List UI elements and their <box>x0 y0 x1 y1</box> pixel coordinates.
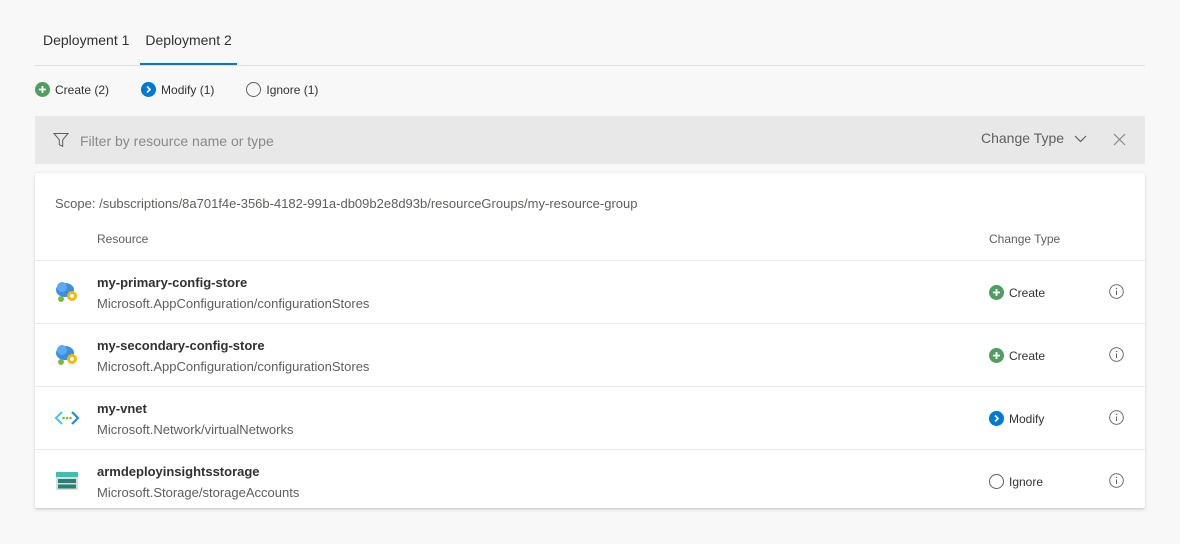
table-row[interactable]: armdeployinsightsstorage Microsoft.Stora… <box>35 449 1145 512</box>
deployment-tabs: Deployment 1 Deployment 2 <box>35 22 1145 66</box>
storage-account-icon <box>54 468 80 494</box>
change-type-dropdown[interactable]: Change Type <box>981 130 1087 146</box>
table-row[interactable]: my-vnet Microsoft.Network/virtualNetwork… <box>35 386 1145 449</box>
info-icon[interactable] <box>1109 347 1124 367</box>
table-row[interactable]: my-secondary-config-store Microsoft.AppC… <box>35 323 1145 386</box>
create-icon <box>989 285 1004 300</box>
modify-icon <box>989 411 1004 426</box>
legend-ignore[interactable]: Ignore (1) <box>246 82 318 97</box>
column-header-change-type: Change Type <box>989 232 1061 246</box>
info-icon[interactable] <box>1109 284 1124 304</box>
info-icon[interactable] <box>1109 473 1124 493</box>
change-type-cell: Modify <box>989 411 1044 426</box>
ignore-icon <box>246 82 262 97</box>
legend-create[interactable]: Create (2) <box>35 82 109 97</box>
change-type-label: Ignore <box>1009 474 1044 489</box>
change-type-label: Create <box>1009 285 1046 300</box>
create-icon <box>35 82 50 97</box>
table-row[interactable]: my-primary-config-store Microsoft.AppCon… <box>35 260 1145 323</box>
legend-modify[interactable]: Modify (1) <box>141 82 214 97</box>
filter-input[interactable] <box>78 128 682 154</box>
app-configuration-icon <box>54 342 80 368</box>
resource-name[interactable]: my-secondary-config-store <box>97 338 265 353</box>
app-configuration-icon <box>54 279 80 305</box>
resource-name[interactable]: my-vnet <box>97 401 147 416</box>
close-icon <box>1113 133 1126 146</box>
change-type-label: Create <box>1009 348 1046 363</box>
column-header-resource: Resource <box>97 232 149 246</box>
resource-type: Microsoft.AppConfiguration/configuration… <box>97 296 370 311</box>
resource-list: my-primary-config-store Microsoft.AppCon… <box>35 260 1145 512</box>
legend-modify-label: Modify (1) <box>161 82 215 97</box>
legend-ignore-label: Ignore (1) <box>266 82 319 97</box>
resource-type: Microsoft.AppConfiguration/configuration… <box>97 359 370 374</box>
resource-changes-card: Scope: /subscriptions/8a701f4e-356b-4182… <box>35 173 1145 508</box>
filter-icon <box>52 132 70 153</box>
clear-filter-button[interactable] <box>1113 133 1126 151</box>
filter-bar: Change Type <box>35 116 1145 164</box>
ignore-icon <box>989 474 1004 489</box>
resource-name[interactable]: armdeployinsightsstorage <box>97 464 260 479</box>
change-type-cell: Ignore <box>989 474 1043 489</box>
create-icon <box>989 348 1004 363</box>
resource-type: Microsoft.Network/virtualNetworks <box>97 422 294 437</box>
resource-type: Microsoft.Storage/storageAccounts <box>97 485 300 500</box>
tab-deployment-1[interactable]: Deployment 1 <box>35 22 137 64</box>
change-type-cell: Create <box>989 285 1045 300</box>
resource-name[interactable]: my-primary-config-store <box>97 275 247 290</box>
chevron-down-icon <box>1064 130 1087 146</box>
virtual-network-icon <box>54 405 80 431</box>
scope-label: Scope: /subscriptions/8a701f4e-356b-4182… <box>55 196 638 211</box>
change-type-label: Modify <box>1009 411 1045 426</box>
change-type-cell: Create <box>989 348 1045 363</box>
change-type-dropdown-label: Change Type <box>981 130 1065 146</box>
info-icon[interactable] <box>1109 410 1124 430</box>
legend-create-label: Create (2) <box>55 82 110 97</box>
change-type-legend: Create (2) Modify (1) Ignore (1) <box>35 82 350 97</box>
modify-icon <box>141 82 157 97</box>
tab-deployment-2[interactable]: Deployment 2 <box>137 22 239 65</box>
